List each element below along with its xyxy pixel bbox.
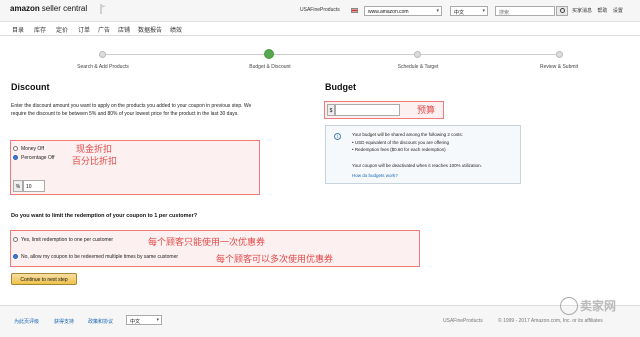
limit-no-radio[interactable] <box>13 254 18 260</box>
limit-no-option[interactable]: No, allow my coupon to be redeemed multi… <box>13 254 178 260</box>
step-1-label: Search & Add Products <box>77 64 129 70</box>
search-icon <box>560 8 565 13</box>
help-link[interactable]: 帮助 <box>597 8 607 14</box>
policies-link[interactable]: 政策和协议 <box>88 318 113 325</box>
budget-info-box: i Your budget will be shared among the f… <box>325 125 521 184</box>
annotation-percentage-off: 百分比折扣 <box>72 156 118 166</box>
limit-no-label: No, allow my coupon to be redeemed multi… <box>21 254 179 260</box>
money-off-radio[interactable] <box>13 146 18 152</box>
chevron-down-icon: ▾ <box>436 8 439 14</box>
top-bar: amazon seller central USAFineProducts www… <box>0 0 640 22</box>
nav-item-performance[interactable]: 绩效 <box>170 25 182 34</box>
money-off-option[interactable]: Money Off <box>13 146 44 152</box>
percentage-off-radio[interactable] <box>13 155 18 161</box>
watermark-logo-icon <box>560 297 578 315</box>
nav-item-advertising[interactable]: 广告 <box>98 25 110 34</box>
footer: 为此页评级 获得支持 政策和协议 中文 ▾ USAFineProducts © 1… <box>0 305 640 337</box>
step-1-dot <box>99 51 106 58</box>
nav-item-catalog[interactable]: 目录 <box>12 25 24 34</box>
footer-store-name: USAFineProducts <box>443 318 483 324</box>
info-line-1: Your budget will be shared among the fol… <box>352 132 463 137</box>
nav-item-reports[interactable]: 数据报告 <box>138 25 162 34</box>
nav-item-pricing[interactable]: 定价 <box>56 25 68 34</box>
step-3-dot <box>414 51 421 58</box>
search-input[interactable]: 搜索 <box>495 6 555 16</box>
nav-item-store[interactable]: 店铺 <box>118 25 130 34</box>
step-4-dot <box>556 51 563 58</box>
step-4-label: Review & Submit <box>539 64 579 70</box>
top-links: 买家消息 帮助 设置 <box>572 7 627 14</box>
step-3-label: Schedule & Target <box>397 64 439 70</box>
discount-title: Discount <box>11 82 50 92</box>
annotation-limit-yes: 每个顾客只能使用一次优惠券 <box>148 237 266 247</box>
language-select[interactable]: 中文 ▾ <box>450 6 488 16</box>
watermark-text: 卖家网 <box>580 299 617 313</box>
budget-title: Budget <box>325 82 356 92</box>
info-bullet-2: • Redemption fees ($0.60 for each redemp… <box>352 147 446 152</box>
nav-item-inventory[interactable]: 库存 <box>34 25 46 34</box>
info-icon: i <box>334 133 341 140</box>
limit-yes-option[interactable]: Yes, limit redemption to one per custome… <box>13 237 113 243</box>
chevron-down-icon: ▾ <box>156 317 159 323</box>
discount-options-box <box>10 140 260 195</box>
rate-page-link[interactable]: 为此页评级 <box>14 318 39 325</box>
progress-line <box>100 54 560 55</box>
nav-item-orders[interactable]: 订单 <box>78 25 90 34</box>
search-button[interactable] <box>556 6 568 16</box>
percent-prefix: % <box>13 180 23 192</box>
discount-description: Enter the discount amount you want to ap… <box>11 103 252 117</box>
flag-icon[interactable] <box>100 4 107 14</box>
info-bullet-1: • USD equivalent of the discount you are… <box>352 140 450 145</box>
info-line-2: Your coupon will be deactivated when it … <box>352 163 482 168</box>
annotation-limit-no: 每个顾客可以多次使用优惠券 <box>216 254 334 264</box>
continue-button[interactable]: Continue to next step <box>11 273 77 285</box>
step-2-dot <box>264 49 274 59</box>
chevron-down-icon: ▾ <box>482 8 485 14</box>
money-off-label: Money Off <box>21 146 44 152</box>
amazon-logo[interactable]: amazon seller central <box>10 4 87 13</box>
settings-link[interactable]: 设置 <box>613 8 623 14</box>
get-support-link[interactable]: 获得支持 <box>54 318 74 325</box>
how-budgets-work-link[interactable]: How do budgets work? <box>352 173 398 178</box>
limit-question: Do you want to limit the redemption of y… <box>11 213 198 219</box>
store-name: USAFineProducts <box>300 7 340 13</box>
marketplace-select[interactable]: www.amazon.com ▾ <box>364 6 442 16</box>
limit-yes-radio[interactable] <box>13 237 18 243</box>
percentage-off-option[interactable]: Percentage Off <box>13 155 55 161</box>
footer-copyright: © 1999 - 2017 Amazon.com, Inc. or its af… <box>498 318 603 324</box>
us-flag-icon <box>351 8 358 13</box>
percent-input[interactable]: 10 <box>23 180 45 192</box>
limit-yes-label: Yes, limit redemption to one per custome… <box>21 237 114 243</box>
step-2-label: Budget & Discount <box>249 64 291 70</box>
buyer-messages-link[interactable]: 买家消息 <box>572 8 592 14</box>
percentage-off-label: Percentage Off <box>21 155 55 161</box>
dollar-prefix: $ <box>327 104 335 116</box>
budget-input[interactable] <box>335 104 400 116</box>
footer-language-select[interactable]: 中文 ▾ <box>126 315 162 325</box>
main-nav: 目录 库存 定价 订单 广告 店铺 数据报告 绩效 <box>0 22 640 36</box>
annotation-budget: 预算 <box>417 105 436 115</box>
